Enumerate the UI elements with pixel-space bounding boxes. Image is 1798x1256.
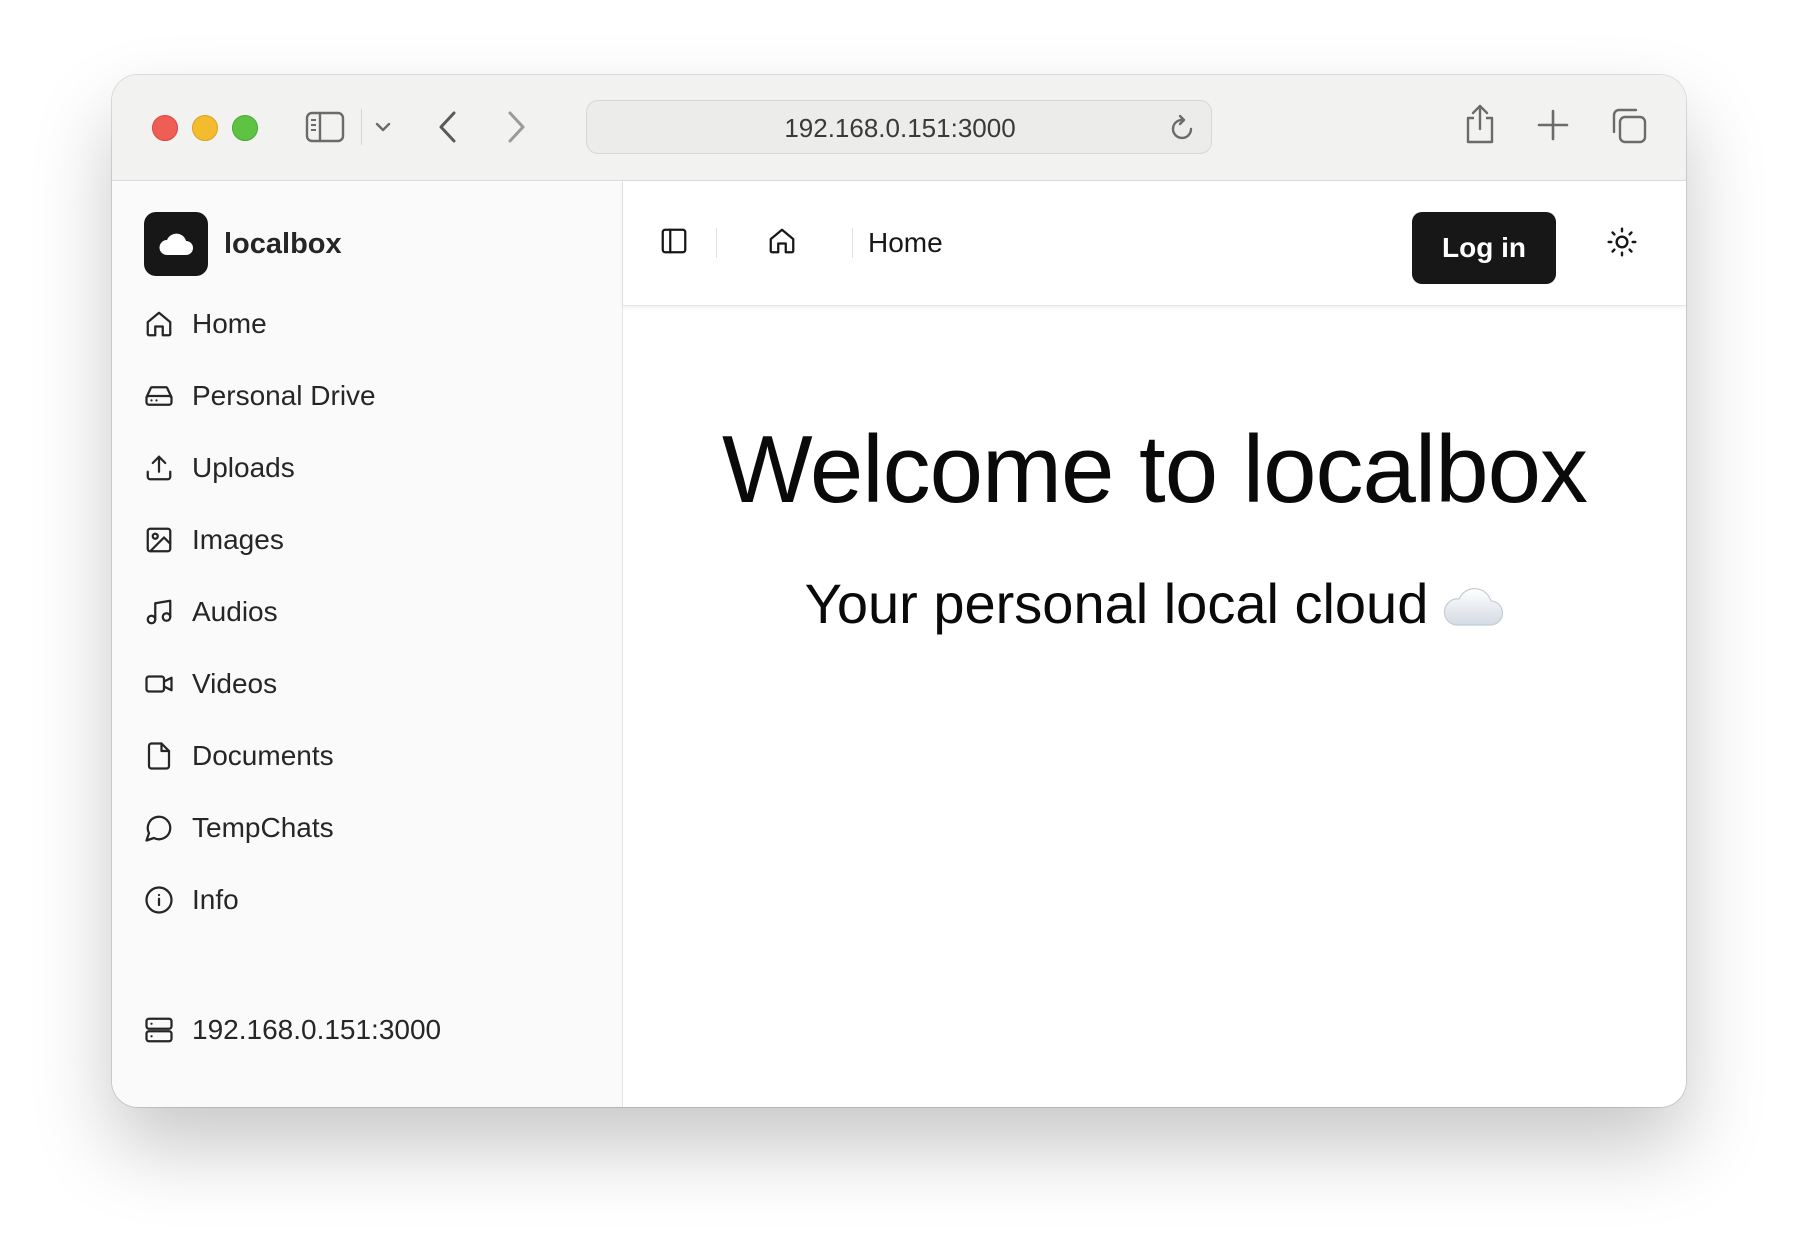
reload-icon[interactable] [1169,113,1197,148]
welcome-subtitle: Your personal local cloud [623,571,1686,641]
sidebar-item-label: Uploads [192,452,295,483]
chevron-down-icon[interactable] [374,118,392,136]
sidebar-item-info[interactable]: Info [144,864,594,936]
sidebar-item-personal-drive[interactable]: Personal Drive [144,360,594,432]
sidebar-item-videos[interactable]: Videos [144,648,594,720]
main-content: Home Log in Welcome to localbox Your per… [623,181,1686,1107]
share-icon[interactable] [1463,103,1497,145]
sidebar-item-label: Audios [192,596,278,627]
login-button[interactable]: Log in [1412,212,1556,284]
video-icon [144,669,174,699]
plus-icon[interactable] [1537,109,1569,141]
sidebar-item-tempchats[interactable]: TempChats [144,792,594,864]
sidebar-item-label: Videos [192,668,278,699]
sidebar-toggle-icon[interactable] [659,226,689,256]
main-header: Home Log in [623,181,1686,306]
sidebar-item-home[interactable]: Home [144,288,594,360]
close-window-button[interactable] [152,115,178,141]
sidebar-item-label: Documents [192,740,334,771]
address-bar[interactable]: 192.168.0.151:3000 [586,100,1212,154]
server-address[interactable]: 192.168.0.151:3000 [144,1008,441,1052]
zoom-window-button[interactable] [232,115,258,141]
home-icon [144,309,174,339]
subtitle-text: Your personal local cloud [804,572,1429,635]
sidebar-item-label: Images [192,524,284,555]
browser-window: 192.168.0.151:3000 localbox Home Persona… [112,75,1686,1107]
document-icon [144,741,174,771]
address-url[interactable]: 192.168.0.151:3000 [587,101,1213,155]
cloud-icon [1442,576,1504,641]
sun-icon[interactable] [1606,226,1638,258]
image-icon [144,525,174,555]
sidebar-item-documents[interactable]: Documents [144,720,594,792]
brand-header[interactable]: localbox [144,212,342,276]
breadcrumb-current: Home [868,227,943,258]
forward-icon[interactable] [504,109,528,145]
home-icon[interactable] [767,226,797,256]
sidebar-item-images[interactable]: Images [144,504,594,576]
sidebar-item-label: Info [192,884,239,915]
welcome-title: Welcome to localbox [722,416,1588,523]
toolbar-divider [361,109,362,145]
back-icon[interactable] [436,109,460,145]
tabs-overview-icon[interactable] [1610,107,1648,145]
brand-name: localbox [224,227,342,260]
drive-icon [144,381,174,411]
sidebar-item-audios[interactable]: Audios [144,576,594,648]
sidebar-item-label: TempChats [192,812,334,843]
sidebar-item-uploads[interactable]: Uploads [144,432,594,504]
server-icon [144,1015,174,1045]
sidebar-nav: Home Personal Drive Uploads Images Audio… [144,288,594,936]
info-icon [144,885,174,915]
cloud-icon [144,212,208,276]
chat-icon [144,813,174,843]
breadcrumb-divider [852,228,853,258]
browser-toolbar: 192.168.0.151:3000 [112,75,1686,181]
header-divider [716,228,717,258]
upload-icon [144,453,174,483]
sidebar-item-label: Home [192,308,267,339]
server-address-label: 192.168.0.151:3000 [192,1014,442,1045]
music-icon [144,597,174,627]
sidebar-item-label: Personal Drive [192,380,376,411]
minimize-window-button[interactable] [192,115,218,141]
sidebar-toggle-icon[interactable] [305,111,345,143]
